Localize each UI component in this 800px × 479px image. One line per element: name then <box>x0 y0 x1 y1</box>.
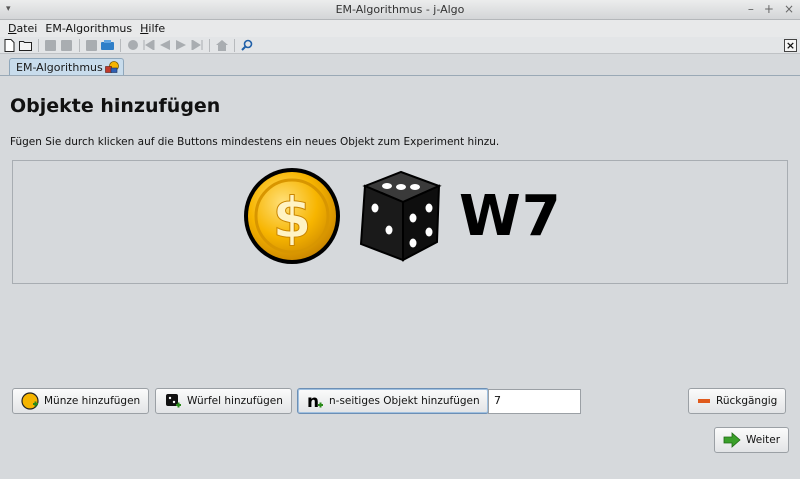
add-coin-button[interactable]: Münze hinzufügen <box>12 388 150 414</box>
dice-icon[interactable] <box>353 168 443 264</box>
print-icon[interactable] <box>84 38 99 52</box>
title-bar: ▾ EM-Algorithmus - j-Algo – + × <box>0 0 800 20</box>
back-icon[interactable] <box>157 38 172 52</box>
em-algorithm-icon <box>104 61 119 73</box>
tab-divider <box>0 75 800 76</box>
n-sided-small-icon: n <box>307 392 323 410</box>
search-icon[interactable] <box>239 38 254 52</box>
save-icon[interactable] <box>43 38 58 52</box>
home-icon[interactable] <box>214 38 229 52</box>
add-dice-button[interactable]: Würfel hinzufügen <box>155 388 292 414</box>
n-sided-object-label[interactable]: W7 <box>459 184 562 249</box>
next-button[interactable]: Weiter <box>714 427 790 453</box>
sides-input[interactable]: 7 <box>488 389 581 414</box>
add-coin-label: Münze hinzufügen <box>44 395 141 407</box>
export-icon[interactable] <box>100 38 115 52</box>
next-label: Weiter <box>746 434 781 446</box>
svg-text:n: n <box>307 392 319 410</box>
objects-panel: $ W7 <box>12 160 788 284</box>
window-controls: – + × <box>748 2 794 16</box>
tab-em-algorithmus[interactable]: EM-Algorithmus <box>9 58 124 76</box>
menu-datei[interactable]: Datei <box>8 22 37 35</box>
page-title: Objekte hinzufügen <box>10 95 221 117</box>
minimize-icon[interactable]: – <box>748 2 754 16</box>
last-icon[interactable] <box>189 38 204 52</box>
add-n-sided-button[interactable]: n n-seitiges Objekt hinzufügen <box>297 388 489 414</box>
maximize-icon[interactable]: + <box>764 2 774 16</box>
record-icon[interactable] <box>125 38 140 52</box>
undo-button[interactable]: Rückgängig <box>688 388 787 414</box>
first-icon[interactable] <box>141 38 156 52</box>
arrow-right-icon <box>723 432 741 448</box>
menu-bar: Datei EM-Algorithmus Hilfe <box>0 20 800 37</box>
undo-label: Rückgängig <box>716 395 778 407</box>
coin-icon[interactable]: $ <box>241 165 343 267</box>
add-dice-label: Würfel hinzufügen <box>187 395 283 407</box>
open-folder-icon[interactable] <box>18 38 33 52</box>
coin-small-icon <box>21 392 39 410</box>
close-window-icon[interactable]: × <box>784 2 794 16</box>
minus-icon <box>698 399 710 403</box>
close-tab-icon[interactable]: × <box>784 39 797 52</box>
new-file-icon[interactable] <box>2 38 17 52</box>
add-n-sided-label: n-seitiges Objekt hinzufügen <box>329 395 480 407</box>
dice-small-icon <box>166 394 181 408</box>
page-description: Fügen Sie durch klicken auf die Buttons … <box>10 136 500 148</box>
tab-strip: EM-Algorithmus <box>0 55 800 77</box>
window-title: EM-Algorithmus - j-Algo <box>335 3 465 16</box>
toolbar <box>0 37 800 54</box>
menu-hilfe[interactable]: Hilfe <box>140 22 165 35</box>
forward-icon[interactable] <box>173 38 188 52</box>
svg-text:$: $ <box>273 186 312 251</box>
menu-em-algorithmus[interactable]: EM-Algorithmus <box>45 22 132 35</box>
tab-label: EM-Algorithmus <box>16 61 103 74</box>
save-as-icon[interactable] <box>59 38 74 52</box>
